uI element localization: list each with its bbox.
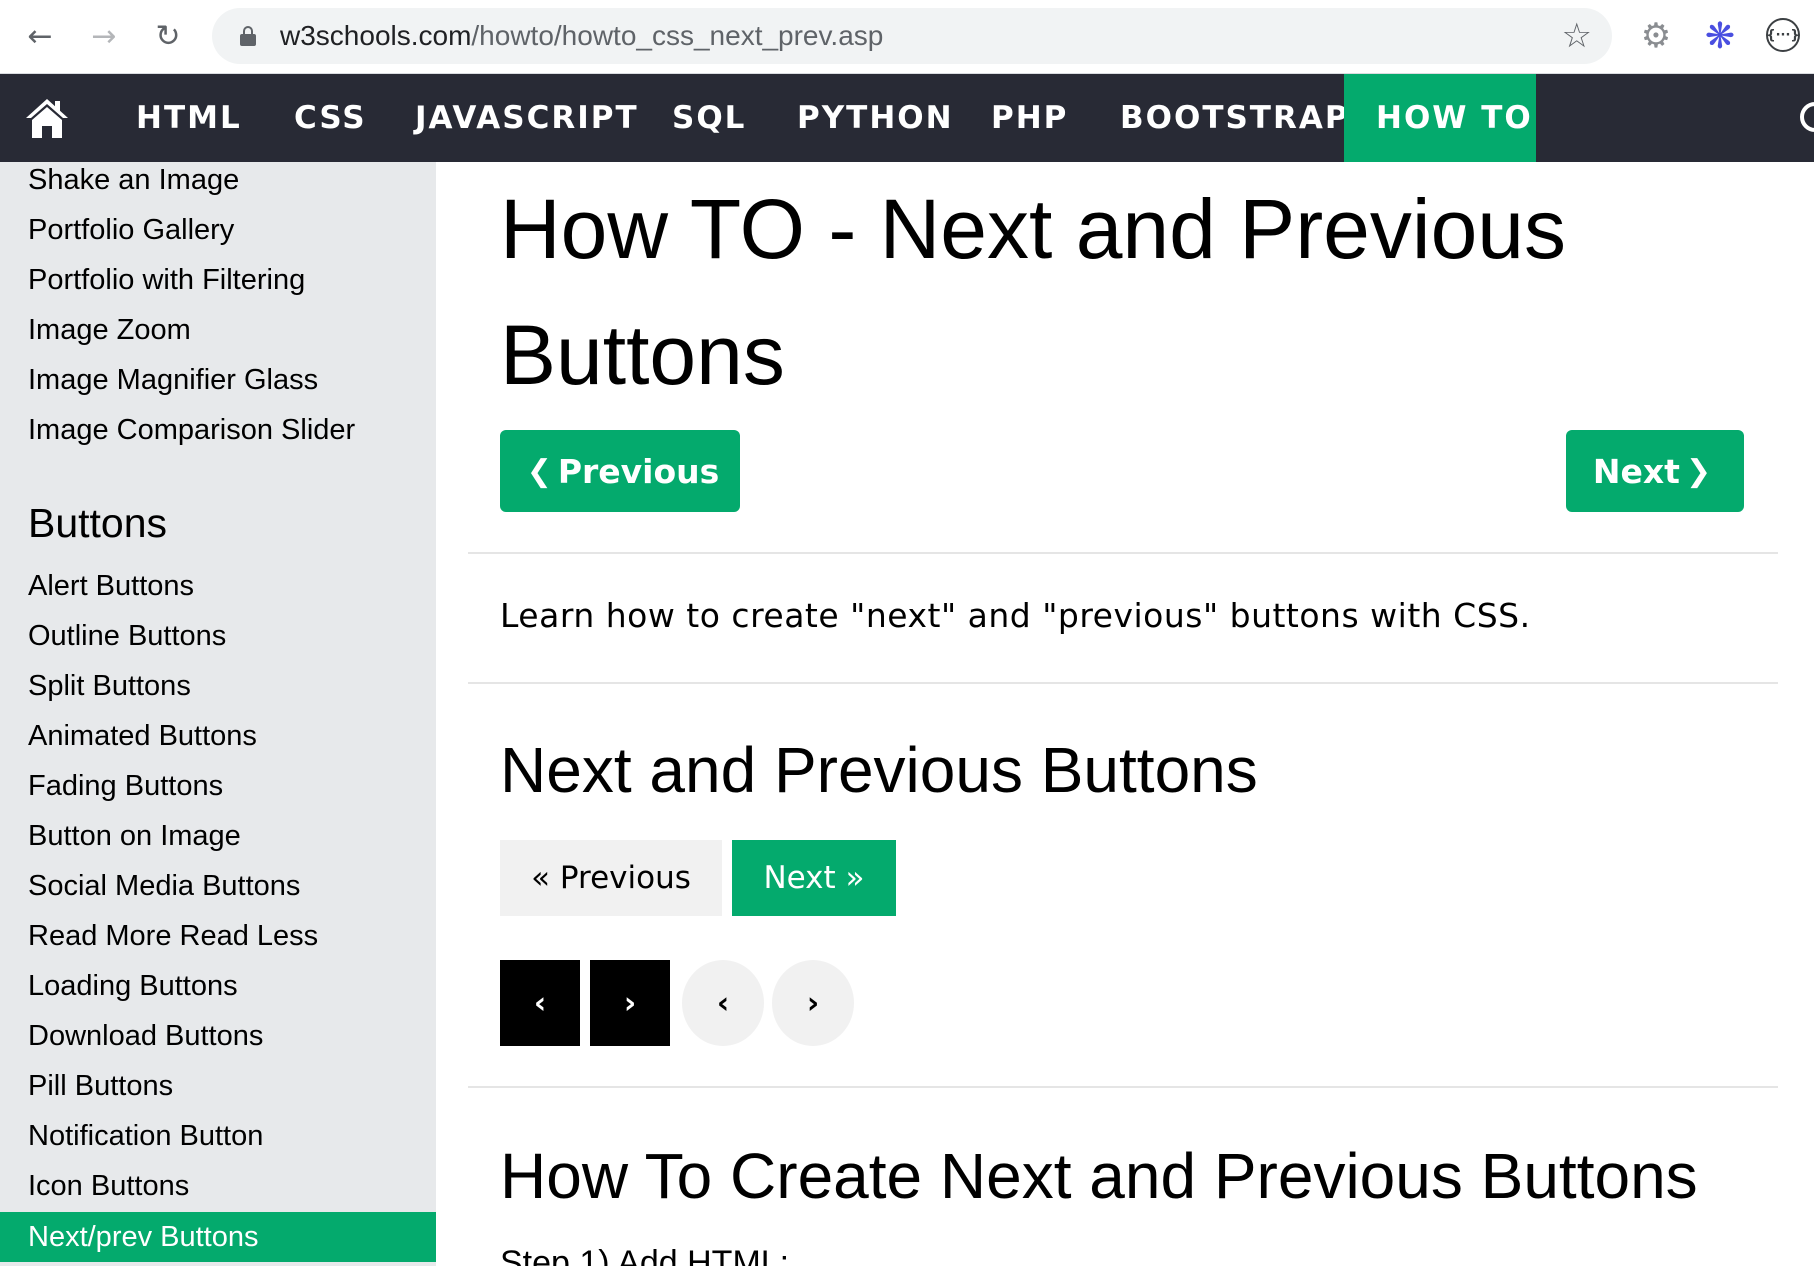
- url-text[interactable]: w3schools.com/howto/howto_css_next_prev.…: [280, 8, 883, 64]
- sidebar-item-image-magnifier[interactable]: Image Magnifier Glass: [28, 362, 318, 398]
- forward-arrow-icon: →: [91, 18, 117, 54]
- lock-icon[interactable]: [240, 26, 256, 46]
- sidebar-item-button-on-image[interactable]: Button on Image: [28, 818, 241, 854]
- demo-next-button[interactable]: Next »: [732, 840, 896, 916]
- step-1-text: Step 1) Add HTML:: [500, 1244, 790, 1266]
- gear-extension-icon[interactable]: ⚙: [1638, 16, 1674, 56]
- sidebar-item-icon-buttons[interactable]: Icon Buttons: [28, 1168, 189, 1204]
- sidebar-heading-buttons: Buttons: [28, 500, 168, 546]
- tutorial-previous-button[interactable]: ❮ Previous: [500, 430, 740, 512]
- braces-extension-icon[interactable]: {···}: [1766, 18, 1800, 52]
- intro-text: Learn how to create "next" and "previous…: [500, 596, 1531, 635]
- sidebar-item-alert-buttons[interactable]: Alert Buttons: [28, 568, 194, 604]
- topnav-sql[interactable]: SQL: [672, 74, 746, 162]
- sidebar-item-social-media-buttons[interactable]: Social Media Buttons: [28, 868, 300, 904]
- sidebar-item-pill-buttons[interactable]: Pill Buttons: [28, 1068, 173, 1104]
- page-title: How TO - Next and Previous Buttons: [500, 182, 1566, 402]
- back-button[interactable]: ←: [18, 14, 62, 58]
- sidebar-item-portfolio-gallery[interactable]: Portfolio Gallery: [28, 212, 234, 248]
- sidebar-item-portfolio-filtering[interactable]: Portfolio with Filtering: [28, 262, 305, 298]
- demo-previous-button[interactable]: « Previous: [500, 840, 722, 916]
- sidebar-item-outline-buttons[interactable]: Outline Buttons: [28, 618, 226, 654]
- round-next-button[interactable]: ›: [772, 960, 854, 1046]
- sidebar-item-fading-buttons[interactable]: Fading Buttons: [28, 768, 223, 804]
- address-bar[interactable]: w3schools.com/howto/howto_css_next_prev.…: [212, 8, 1612, 64]
- tutorial-next-button[interactable]: Next ❯: [1566, 430, 1744, 512]
- reload-icon: ↻: [155, 18, 181, 54]
- sidebar-item-download-buttons[interactable]: Download Buttons: [28, 1018, 263, 1054]
- topnav-php[interactable]: PHP: [991, 74, 1068, 162]
- reload-button[interactable]: ↻: [146, 14, 190, 58]
- top-navigation: HTML CSS JAVASCRIPT SQL PYTHON PHP BOOTS…: [0, 74, 1814, 162]
- back-arrow-icon: ←: [27, 18, 53, 54]
- chevron-right-icon: ❯: [1685, 453, 1712, 489]
- topnav-howto[interactable]: HOW TO: [1344, 74, 1536, 162]
- chevron-left-icon: ‹: [533, 985, 547, 1021]
- topnav-python[interactable]: PYTHON: [797, 74, 954, 162]
- sidebar-item-shake-an-image[interactable]: Shake an Image: [28, 162, 239, 198]
- topnav-bootstrap[interactable]: BOOTSTRAP: [1120, 74, 1350, 162]
- sidebar-item-notification-button[interactable]: Notification Button: [28, 1118, 263, 1154]
- sidebar-item-animated-buttons[interactable]: Animated Buttons: [28, 718, 257, 754]
- sidebar: Shake an Image Portfolio Gallery Portfol…: [0, 162, 436, 1266]
- square-previous-button[interactable]: ‹: [500, 960, 580, 1046]
- search-icon[interactable]: [1800, 102, 1814, 132]
- round-previous-button[interactable]: ‹: [682, 960, 764, 1046]
- tutorial-previous-label: Previous: [557, 451, 720, 491]
- url-path: /howto/howto_css_next_prev.asp: [471, 20, 884, 51]
- square-next-button[interactable]: ›: [590, 960, 670, 1046]
- chevron-left-icon: ‹: [716, 985, 730, 1021]
- url-domain: w3schools.com: [280, 20, 472, 51]
- topnav-javascript[interactable]: JAVASCRIPT: [415, 74, 639, 162]
- section-title-how-to: How To Create Next and Previous Buttons: [500, 1140, 1698, 1212]
- sidebar-item-next-prev-buttons[interactable]: Next/prev Buttons: [0, 1212, 436, 1262]
- snowflake-extension-icon[interactable]: ❋: [1702, 16, 1738, 57]
- chevron-right-icon: ›: [623, 985, 637, 1021]
- topnav-css[interactable]: CSS: [294, 74, 367, 162]
- divider: [468, 682, 1778, 684]
- sidebar-item-loading-buttons[interactable]: Loading Buttons: [28, 968, 238, 1004]
- bookmark-star-icon[interactable]: ☆: [1562, 16, 1592, 56]
- section-title-demo: Next and Previous Buttons: [500, 734, 1258, 806]
- main-content: How TO - Next and Previous Buttons ❮ Prev…: [436, 162, 1814, 1266]
- sidebar-item-image-comparison[interactable]: Image Comparison Slider: [28, 412, 355, 448]
- chevron-right-icon: ›: [806, 985, 820, 1021]
- browser-toolbar: ← → ↻ w3schools.com/howto/howto_css_next…: [0, 0, 1814, 74]
- home-icon[interactable]: [24, 96, 70, 140]
- sidebar-item-split-buttons[interactable]: Split Buttons: [28, 668, 191, 704]
- sidebar-item-label: Next/prev Buttons: [28, 1221, 259, 1253]
- divider: [468, 552, 1778, 554]
- divider: [468, 1086, 1778, 1088]
- sidebar-item-read-more-read-less[interactable]: Read More Read Less: [28, 918, 318, 954]
- tutorial-next-label: Next: [1592, 451, 1680, 491]
- forward-button[interactable]: →: [82, 14, 126, 58]
- sidebar-item-image-zoom[interactable]: Image Zoom: [28, 312, 191, 348]
- topnav-html[interactable]: HTML: [136, 74, 242, 162]
- chevron-left-icon: ❮: [526, 453, 552, 489]
